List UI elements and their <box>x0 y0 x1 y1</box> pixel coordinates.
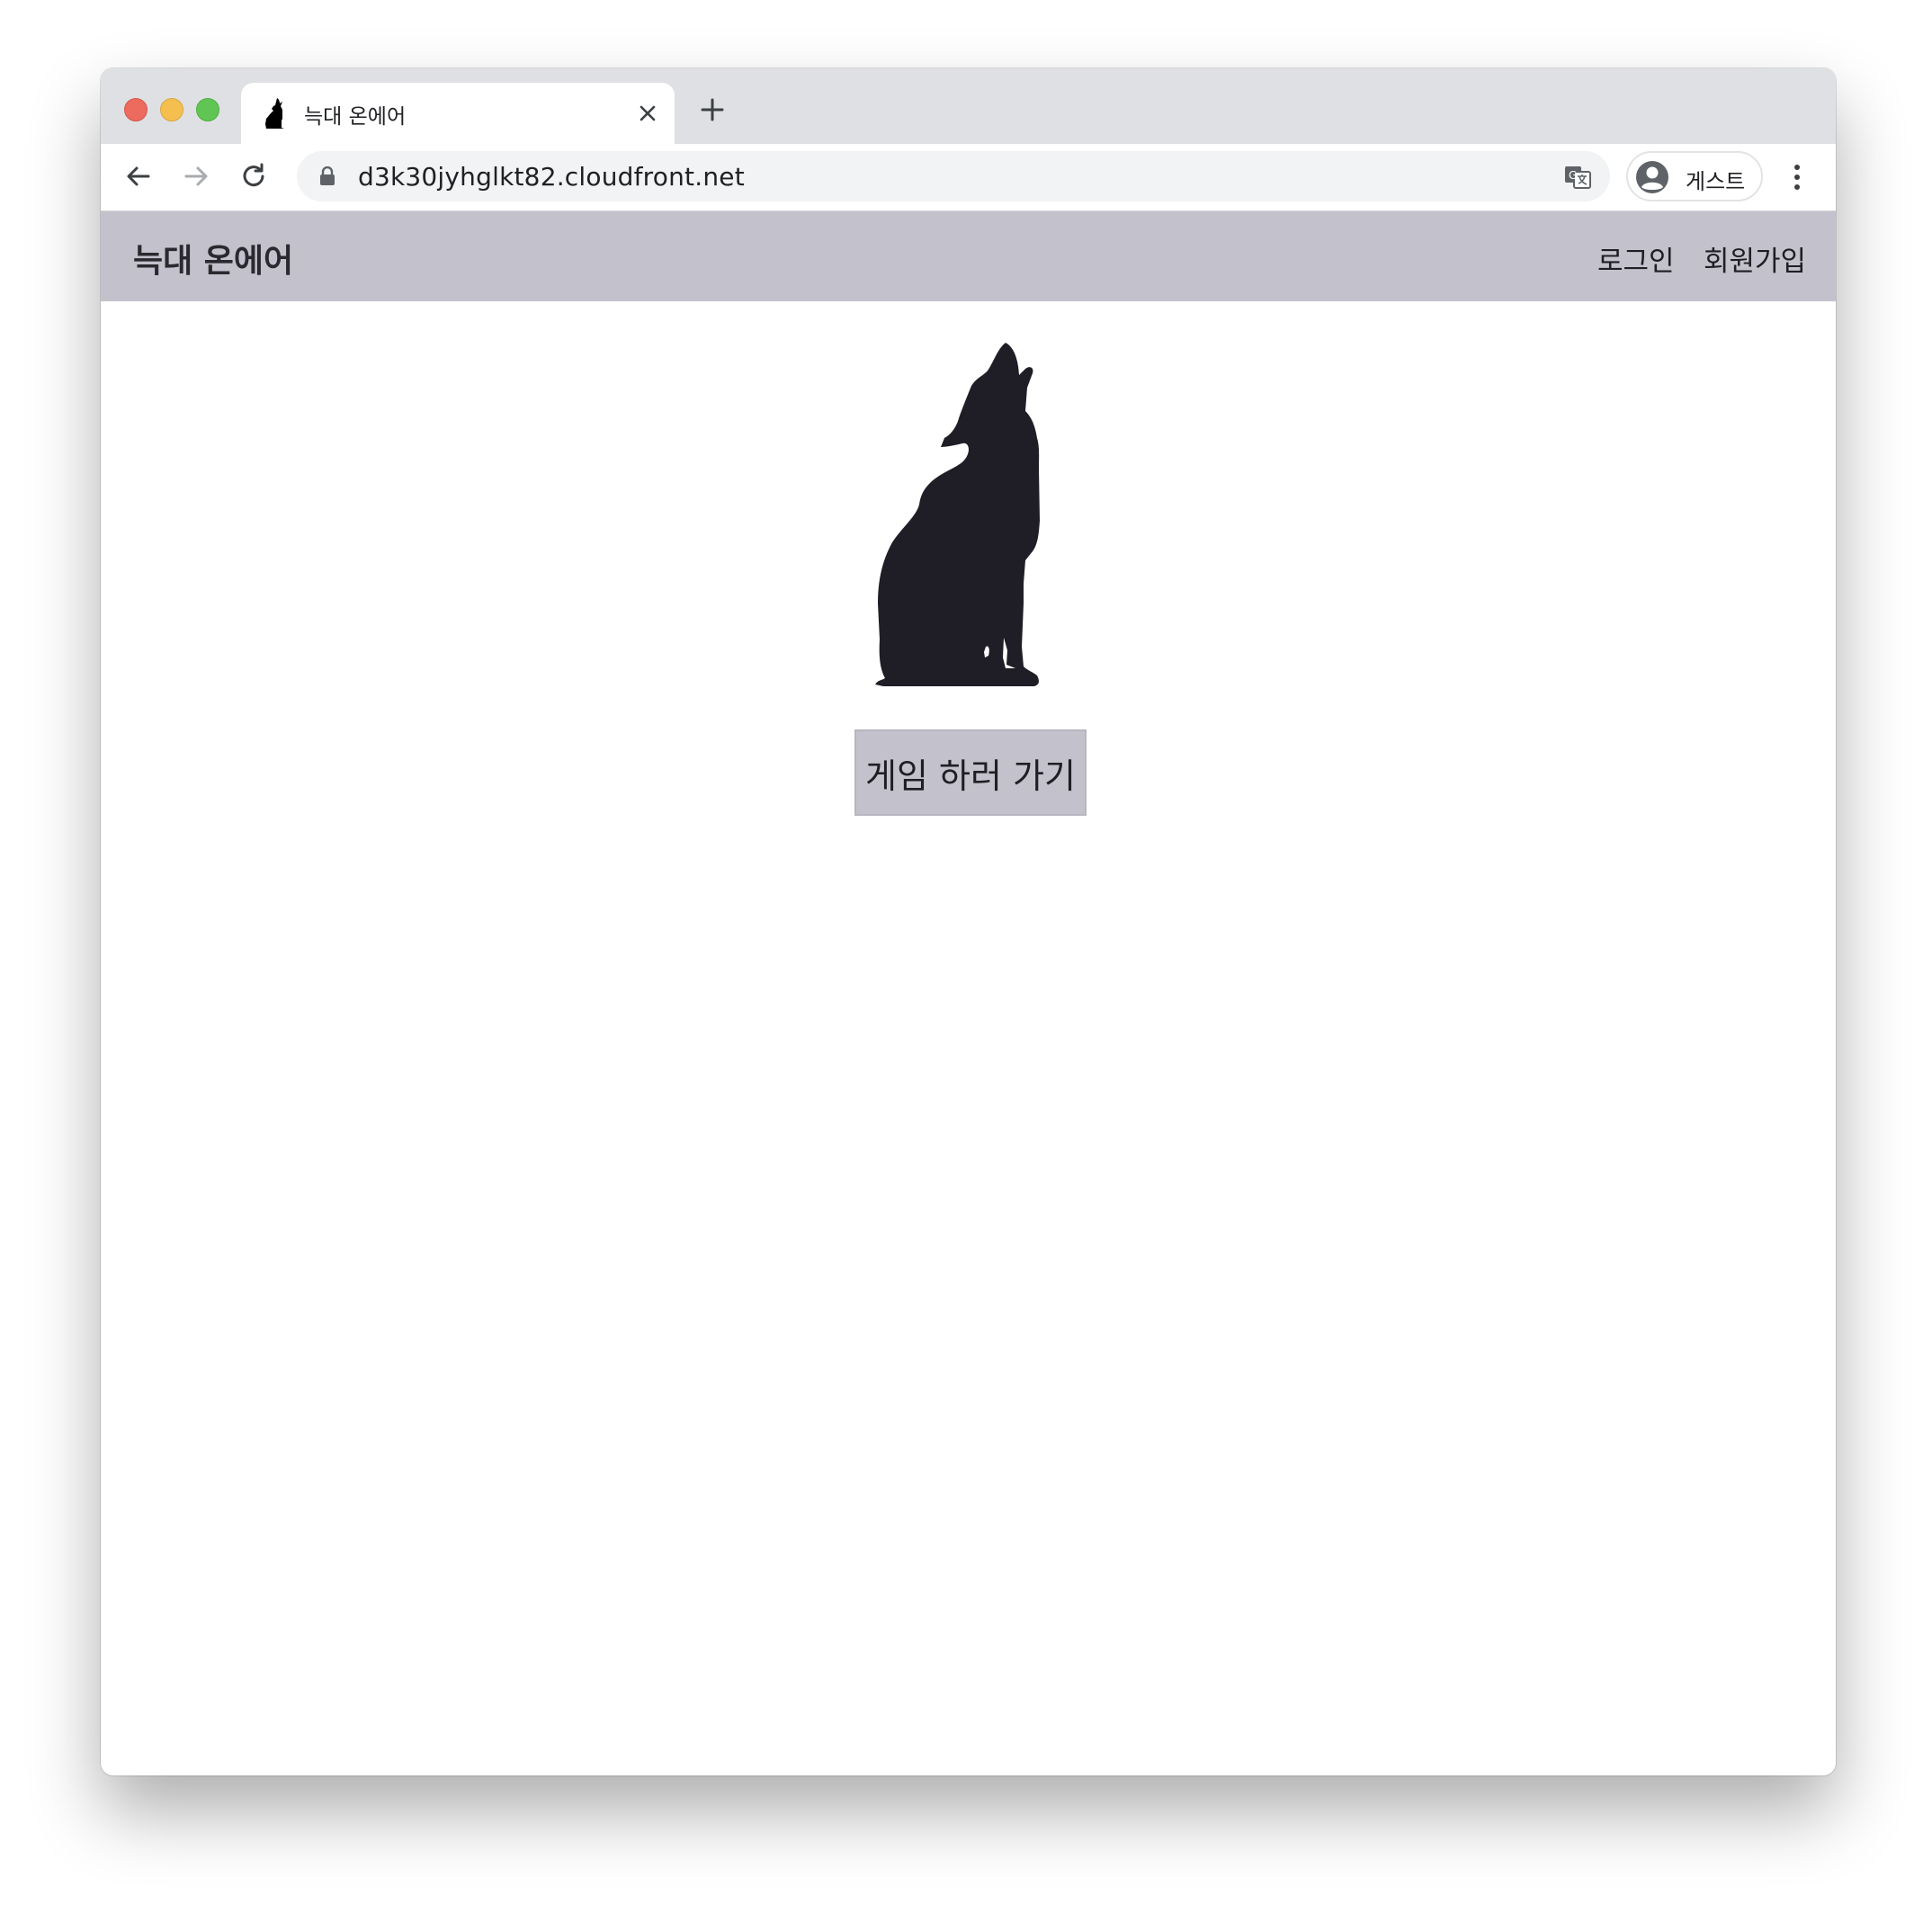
browser-tab-active[interactable]: 늑대 온에어 <box>241 83 675 146</box>
tab-title: 늑대 온에어 <box>304 105 407 129</box>
plus-icon[interactable] <box>698 95 727 124</box>
kebab-menu-icon[interactable] <box>1792 162 1802 192</box>
user-avatar-icon <box>1636 161 1668 193</box>
svg-text:G: G <box>1569 169 1577 182</box>
page-viewport: 늑대 온에어 로그인 회원가입 게임 하러 가기 <box>101 211 1836 1775</box>
lock-icon[interactable] <box>318 166 336 186</box>
profile-button[interactable]: 게스트 <box>1626 151 1763 201</box>
site-navbar: 늑대 온에어 로그인 회원가입 <box>101 211 1836 301</box>
profile-label: 게스트 <box>1686 169 1746 194</box>
maximize-window-button[interactable] <box>196 98 219 121</box>
arrow-right-icon[interactable] <box>180 160 212 192</box>
wolf-icon <box>265 98 284 129</box>
arrow-left-icon[interactable] <box>122 160 155 192</box>
howling-wolf-silhouette <box>875 343 1040 686</box>
reload-icon[interactable] <box>237 160 270 192</box>
signup-link[interactable]: 회원가입 <box>1704 238 1806 279</box>
browser-toolbar: d3k30jyhglkt82.cloudfront.net G 게스트 <box>101 144 1836 211</box>
url-text[interactable]: d3k30jyhglkt82.cloudfront.net <box>358 162 745 192</box>
play-game-button[interactable]: 게임 하러 가기 <box>854 729 1087 816</box>
close-window-button[interactable] <box>124 98 148 121</box>
address-bar[interactable]: d3k30jyhglkt82.cloudfront.net G <box>297 151 1610 201</box>
browser-window: 늑대 온에어 d3k30jyhglkt82.cloudfront.net G 게… <box>101 68 1836 1775</box>
tab-strip: 늑대 온에어 <box>101 68 1836 146</box>
translate-icon[interactable]: G <box>1563 163 1592 192</box>
minimize-window-button[interactable] <box>160 98 183 121</box>
login-link[interactable]: 로그인 <box>1597 238 1675 279</box>
close-icon[interactable] <box>635 101 660 126</box>
site-brand[interactable]: 늑대 온에어 <box>133 235 293 282</box>
